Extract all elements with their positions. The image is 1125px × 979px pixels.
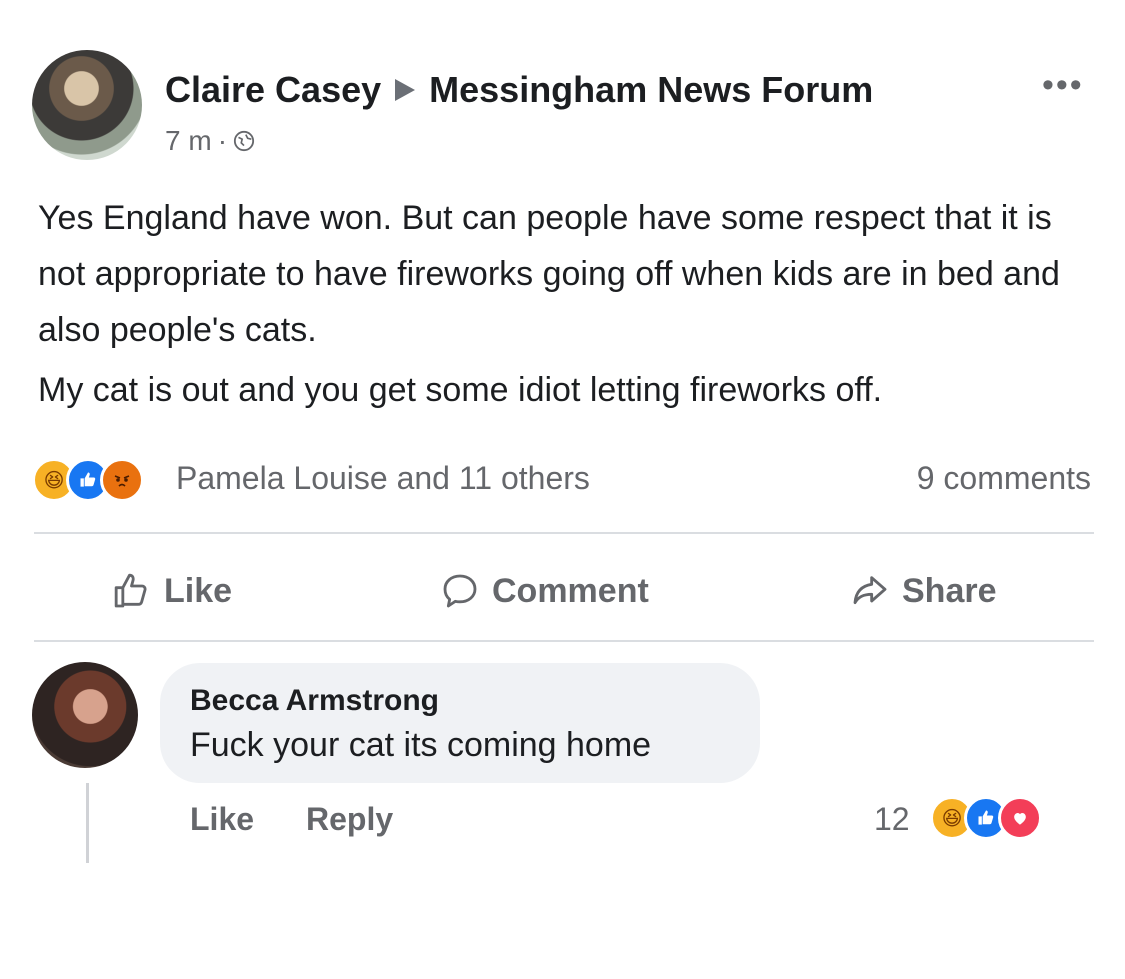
like-button[interactable]: Like [112,566,232,616]
comment-reply-button[interactable]: Reply [306,801,393,838]
more-options-icon[interactable]: ••• [1042,66,1084,105]
meta-separator: · [217,125,228,156]
share-arrow-icon [853,576,887,605]
comments-count-link[interactable]: 9 comments [917,460,1091,497]
author-avatar[interactable] [32,50,142,160]
globe-icon [233,130,255,152]
post-header: Claire Casey Messingham News Forum [165,68,873,112]
love-reaction-icon [998,796,1042,840]
author-name[interactable]: Claire Casey [165,69,381,111]
share-label: Share [902,571,997,610]
comment-label: Comment [492,571,649,610]
reaction-summary[interactable]: 😆︎ [32,455,144,505]
post-body: Yes England have won. But can people hav… [38,190,1108,418]
commenter-name[interactable]: Becca Armstrong [190,684,439,718]
post-paragraph: Yes England have won. But can people hav… [38,199,1060,349]
thumbs-up-icon [114,573,147,608]
share-button[interactable]: Share [850,566,997,616]
reactors-link[interactable]: Pamela Louise and 11 others [176,460,590,497]
comment-reactions[interactable]: 😆︎ [930,796,1042,840]
comment-reaction-count[interactable]: 12 [874,801,910,838]
group-name[interactable]: Messingham News Forum [429,69,873,111]
post-time[interactable]: 7 m [165,125,212,157]
comment-text: Fuck your cat its coming home [190,726,652,764]
speech-bubble-icon [443,574,477,608]
angry-reaction-icon [100,458,144,502]
post-paragraph: My cat is out and you get some idiot let… [38,371,883,409]
triangle-right-icon [395,79,416,101]
divider [34,532,1094,534]
comment-like-button[interactable]: Like [190,801,254,838]
commenter-avatar[interactable] [32,662,138,768]
like-label: Like [164,571,233,610]
thread-line [86,783,89,863]
divider [34,640,1094,642]
post-meta: 7 m · [165,125,255,157]
comment-button[interactable]: Comment [440,566,649,616]
comment-bubble [160,663,760,783]
